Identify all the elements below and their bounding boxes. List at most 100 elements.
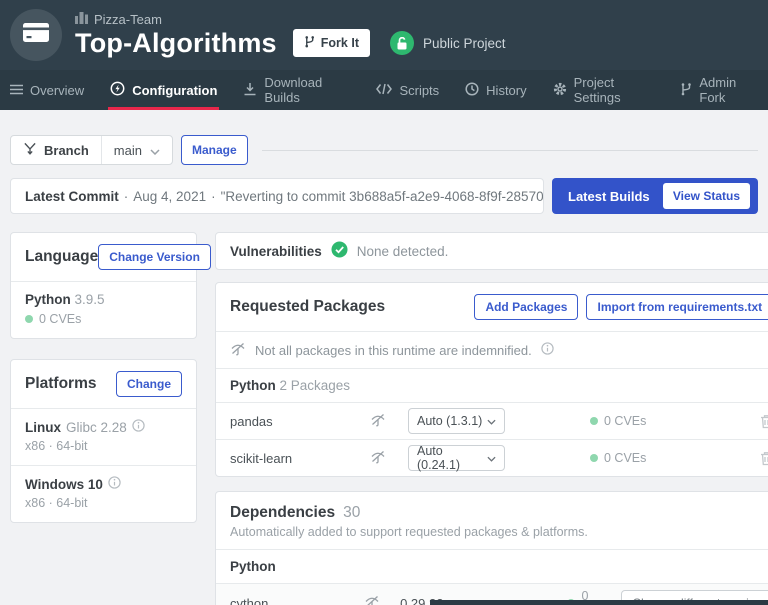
branch-label: Branch: [44, 142, 89, 158]
view-status-button[interactable]: View Status: [662, 183, 750, 209]
language-card-title: Language: [25, 248, 99, 265]
fork-button-label: Fork It: [320, 36, 359, 50]
dependencies-count: 30: [343, 504, 361, 521]
indemnification-note: Not all packages in this runtime are ind…: [216, 332, 768, 368]
cve-status-dot: [590, 417, 598, 425]
group-language: Python: [230, 559, 276, 574]
platform-detail: Glibc 2.28: [66, 419, 127, 435]
project-avatar: [10, 9, 62, 61]
language-version: 3.9.5: [74, 292, 105, 307]
requested-packages-card: Requested Packages Add Packages Import f…: [215, 282, 768, 477]
cve-status-dot: [25, 315, 33, 323]
platform-item-windows: Windows 10 x86 · 64-bit: [11, 466, 196, 522]
page-content: Branch main Manage Latest Commit · Aug 4…: [0, 135, 768, 605]
commit-message: "Reverting to commit 3b688a5f-a2e9-4068-…: [220, 188, 544, 204]
platforms-card: Platforms Change Linux Glibc 2.28 x86 · …: [10, 359, 197, 523]
dependencies-subtitle: Automatically added to support requested…: [230, 525, 588, 539]
language-card: Language Change Version Python 3.9.5 0 C…: [10, 232, 211, 339]
nav-label: Configuration: [132, 82, 218, 98]
platform-item-linux: Linux Glibc 2.28 x86 · 64-bit: [11, 409, 196, 465]
import-requirements-button[interactable]: Import from requirements.txt: [586, 294, 768, 320]
dependencies-card: Dependencies 30 Automatically added to s…: [215, 491, 768, 605]
platform-name: Linux: [25, 419, 61, 435]
selected-version: Auto (0.24.1): [417, 444, 461, 472]
vulnerabilities-card: Vulnerabilities None detected.: [215, 232, 768, 270]
latest-builds-label: Latest Builds: [568, 188, 650, 204]
requested-packages-title: Requested Packages: [230, 298, 386, 315]
indemnification-note-text: Not all packages in this runtime are ind…: [255, 342, 532, 358]
project-nav: Overview Configuration Download Builds S…: [0, 70, 768, 110]
info-icon[interactable]: [541, 342, 554, 358]
nav-tab-overview[interactable]: Overview: [10, 70, 84, 110]
info-icon[interactable]: [108, 476, 121, 492]
pandas-version-select[interactable]: Auto (1.3.1): [408, 408, 505, 434]
latest-commit-label: Latest Commit: [25, 188, 119, 204]
info-icon[interactable]: [132, 419, 145, 435]
language-name: Python: [25, 292, 71, 307]
branch-control: Branch main: [10, 135, 173, 165]
change-platforms-button[interactable]: Change: [115, 371, 182, 397]
main-column: Vulnerabilities None detected. Requested…: [215, 232, 768, 605]
nav-label: Overview: [30, 82, 85, 98]
chevron-down-icon: [150, 143, 160, 158]
visibility-label: Public Project: [422, 35, 506, 51]
project-title: Top-Algorithms: [75, 27, 277, 58]
fork-button[interactable]: Fork It: [292, 29, 370, 57]
scikit-learn-version-select[interactable]: Auto (0.24.1): [408, 444, 505, 472]
code-icon: [376, 83, 393, 98]
nav-label: Project Settings: [573, 75, 621, 105]
umbrella-slash-icon: [230, 341, 246, 359]
header-text: Pizza-Team Top-Algorithms Fork It Public…: [75, 11, 506, 59]
package-row-scikit-learn: scikit-learn Auto (0.24.1) 0 CVEs: [216, 440, 768, 476]
commit-builds-row: Latest Commit · Aug 4, 2021 · "Reverting…: [10, 178, 758, 214]
nav-tab-project-settings[interactable]: Project Settings: [553, 70, 655, 110]
clock-icon: [465, 81, 479, 99]
nav-tab-history[interactable]: History: [465, 70, 527, 110]
add-packages-button[interactable]: Add Packages: [474, 294, 579, 320]
umbrella-slash-icon: [370, 449, 408, 467]
commit-separator: ·: [123, 188, 129, 204]
package-name: scikit-learn: [230, 450, 293, 466]
language-cves: 0 CVEs: [39, 312, 82, 326]
latest-builds-bar: Latest Builds View Status: [552, 178, 758, 214]
delete-package-icon[interactable]: [760, 451, 768, 466]
nav-label: Admin Fork: [699, 75, 737, 105]
chevron-down-icon: [487, 414, 496, 428]
check-circle-icon: [331, 241, 348, 261]
project-window-icon: [23, 22, 49, 48]
platform-arch: x86 · 64-bit: [25, 496, 88, 510]
group-language: Python: [230, 378, 276, 393]
nav-tab-configuration[interactable]: Configuration: [108, 70, 220, 110]
umbrella-slash-icon: [364, 594, 400, 605]
nav-tab-admin-fork[interactable]: Admin Fork: [680, 70, 758, 110]
fork-icon: [680, 82, 692, 99]
dependencies-title: Dependencies: [230, 504, 336, 521]
nav-label: History: [486, 82, 527, 98]
project-header: Pizza-Team Top-Algorithms Fork It Public…: [0, 0, 768, 70]
team-name[interactable]: Pizza-Team: [94, 12, 162, 27]
manage-button[interactable]: Manage: [180, 135, 248, 165]
group-count: 2 Packages: [279, 378, 351, 393]
package-group-header: Python 2 Packages: [216, 369, 768, 402]
menu-icon: [10, 83, 23, 98]
platform-arch: x86 · 64-bit: [25, 439, 88, 453]
fork-icon: [304, 35, 315, 51]
chevron-down-icon: [487, 451, 496, 465]
branch-divider-line: [261, 149, 758, 151]
nav-tab-scripts[interactable]: Scripts: [376, 70, 439, 110]
branch-value: main: [113, 142, 142, 158]
organization-icon: [75, 11, 88, 27]
gear-icon: [553, 82, 567, 99]
branch-bar: Branch main Manage: [10, 135, 758, 165]
branch-select[interactable]: main: [102, 143, 172, 158]
selected-version: Auto (1.3.1): [417, 414, 483, 428]
vulnerabilities-title: Vulnerabilities: [230, 243, 322, 259]
nav-label: Scripts: [399, 82, 440, 98]
nav-label: Download Builds: [264, 75, 323, 105]
change-version-button[interactable]: Change Version: [98, 244, 211, 270]
commit-separator: ·: [211, 188, 216, 204]
nav-tab-download-builds[interactable]: Download Builds: [243, 70, 350, 110]
delete-package-icon[interactable]: [760, 414, 768, 429]
package-row-pandas: pandas Auto (1.3.1) 0 CVEs: [216, 403, 768, 439]
package-cves: 0 CVEs: [604, 451, 647, 465]
